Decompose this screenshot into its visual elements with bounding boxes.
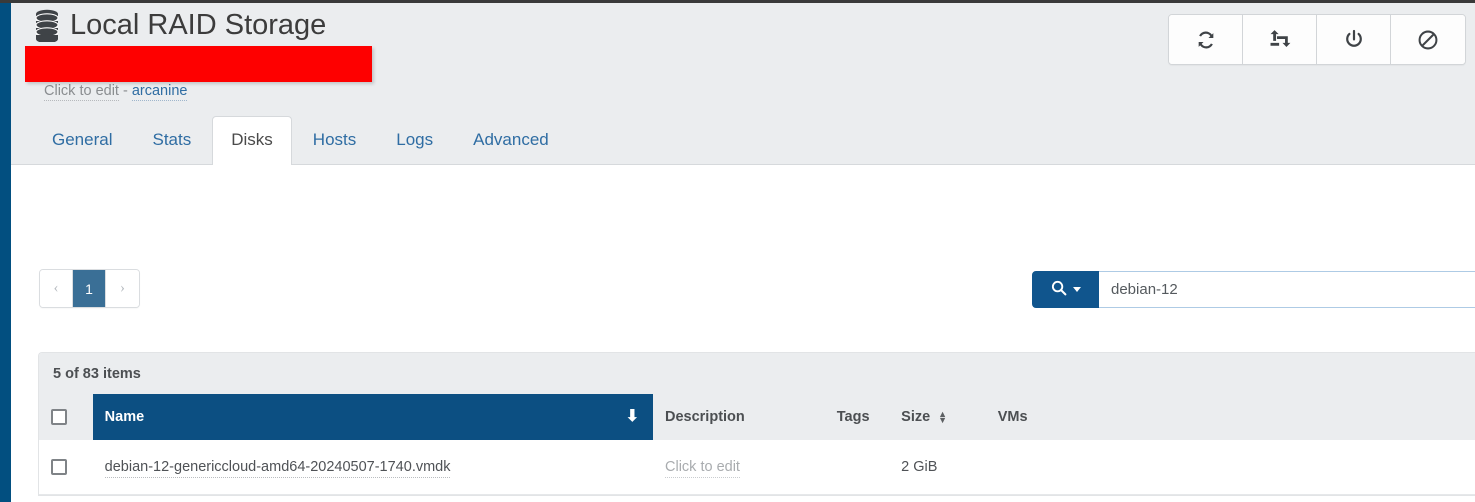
sort-descending-icon: ⬇ — [625, 407, 639, 425]
search-bar — [1032, 271, 1475, 308]
row-size-cell: 2 GiB — [889, 440, 986, 495]
tab-stats[interactable]: Stats — [133, 116, 210, 164]
disks-page: Local RAID Storage Click to edit - arcan… — [0, 0, 1475, 502]
database-stack-icon — [33, 8, 61, 42]
search-dropdown-caret-icon[interactable] — [1072, 287, 1081, 292]
power-icon — [1343, 29, 1365, 51]
column-header-description[interactable]: Description — [653, 394, 825, 440]
disks-table: Name ⬇ Description Tags Size ▲ ▼ VMs deb… — [39, 394, 1475, 495]
column-header-name[interactable]: Name ⬇ — [92, 394, 653, 440]
redaction-overlay — [25, 46, 372, 82]
row-select-cell — [39, 440, 93, 495]
left-nav-rail — [0, 3, 11, 502]
row-name-cell: debian-12-genericcloud-amd64-20240507-17… — [92, 440, 653, 495]
column-header-description-label: Description — [665, 408, 745, 425]
column-header-tags-label: Tags — [836, 408, 870, 425]
pagination-next[interactable]: › — [106, 270, 139, 307]
tab-general[interactable]: General — [33, 116, 131, 164]
row-description-cell: Click to edit — [653, 440, 825, 495]
row-description-placeholder[interactable]: Click to edit — [665, 458, 740, 478]
title-row: Local RAID Storage — [33, 8, 326, 42]
page-header: Local RAID Storage Click to edit - arcan… — [11, 3, 1475, 165]
tab-logs[interactable]: Logs — [377, 116, 452, 164]
pagination: ‹ 1 › — [39, 269, 140, 308]
table-header-row: Name ⬇ Description Tags Size ▲ ▼ VMs — [39, 394, 1475, 440]
header-action-group — [1168, 14, 1466, 65]
row-name-value[interactable]: debian-12-genericcloud-amd64-20240507-17… — [104, 458, 451, 478]
column-header-size-label: Size — [901, 408, 931, 425]
pagination-page-1[interactable]: 1 — [73, 270, 106, 307]
select-all-header — [39, 394, 93, 440]
page-title: Local RAID Storage — [70, 9, 327, 41]
search-button[interactable] — [1032, 271, 1099, 308]
refresh-button[interactable] — [1169, 15, 1243, 64]
tab-hosts[interactable]: Hosts — [294, 116, 375, 164]
tab-disks[interactable]: Disks — [212, 116, 292, 165]
transfer-button[interactable] — [1243, 15, 1317, 64]
column-header-vms-label: VMs — [997, 408, 1028, 425]
search-input[interactable] — [1099, 271, 1475, 308]
content-area: ‹ 1 › 5 of 83 items — [11, 166, 1475, 502]
row-vms-cell — [985, 440, 1475, 495]
item-count-summary: 5 of 83 items — [39, 353, 1475, 394]
table-head: Name ⬇ Description Tags Size ▲ ▼ VMs — [39, 394, 1475, 440]
ban-icon — [1417, 29, 1439, 51]
subtitle-host-link[interactable]: arcanine — [131, 83, 188, 101]
refresh-icon — [1195, 29, 1217, 51]
retweet-icon — [1268, 29, 1291, 50]
column-header-vms[interactable]: VMs — [985, 394, 1475, 440]
magnifier-icon — [1051, 280, 1067, 299]
subtitle: Click to edit - arcanine — [44, 81, 188, 101]
tab-advanced[interactable]: Advanced — [454, 116, 568, 164]
sort-unsorted-icon: ▲ ▼ — [938, 408, 948, 425]
subtitle-edit-label[interactable]: Click to edit — [44, 83, 119, 101]
disks-table-panel: 5 of 83 items Name ⬇ Description Tags Si… — [38, 352, 1475, 496]
table-body: debian-12-genericcloud-amd64-20240507-17… — [39, 440, 1475, 495]
column-header-tags[interactable]: Tags — [824, 394, 890, 440]
table-row[interactable]: debian-12-genericcloud-amd64-20240507-17… — [39, 440, 1475, 495]
disable-button[interactable] — [1391, 15, 1465, 64]
tab-bar: General Stats Disks Hosts Logs Advanced — [33, 116, 570, 165]
subtitle-separator: - — [118, 83, 132, 99]
column-header-name-label: Name — [104, 408, 145, 425]
select-all-checkbox[interactable] — [51, 408, 67, 425]
pagination-prev[interactable]: ‹ — [40, 270, 73, 307]
row-checkbox[interactable] — [51, 458, 67, 475]
power-button[interactable] — [1317, 15, 1391, 64]
row-tags-cell[interactable] — [824, 440, 890, 495]
column-header-size[interactable]: Size ▲ ▼ — [889, 394, 986, 440]
